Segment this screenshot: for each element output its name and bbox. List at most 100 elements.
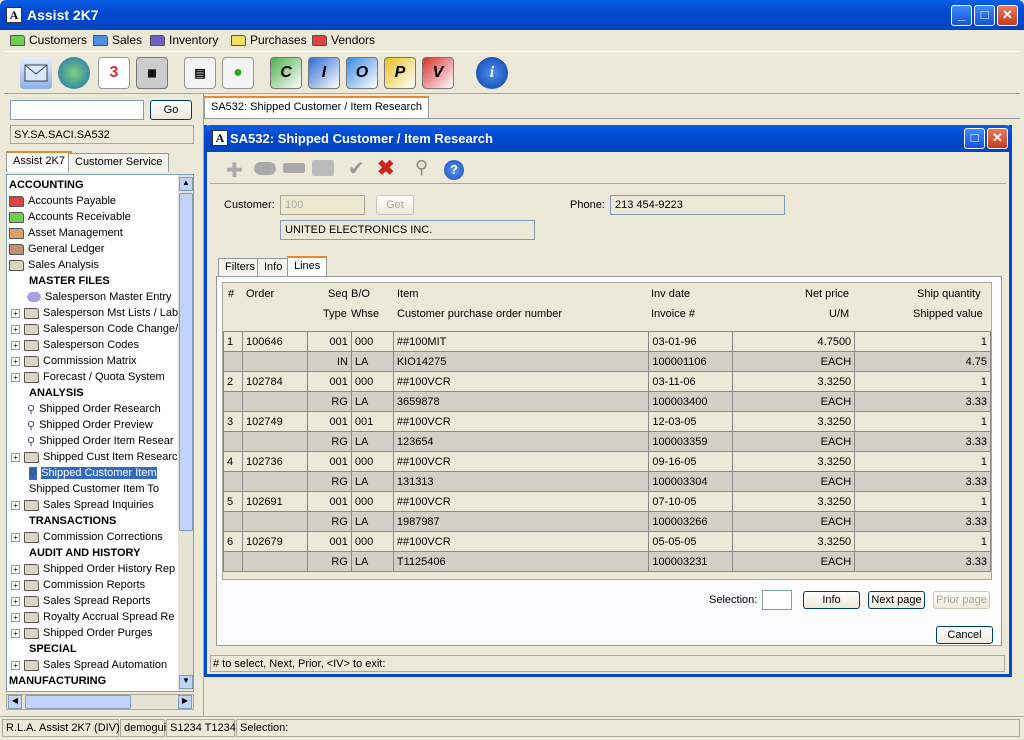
chart-report-icon[interactable]: ● — [222, 57, 254, 89]
tree-item[interactable]: + Salesperson Codes — [11, 337, 139, 353]
accept-icon[interactable]: ✔ — [348, 156, 365, 181]
go-button[interactable]: Go — [150, 100, 192, 120]
tree-item[interactable]: Accounts Payable — [9, 193, 116, 209]
next-page-button[interactable]: Next page — [868, 591, 925, 609]
expand-icon[interactable]: + — [11, 500, 20, 510]
menu-inventory[interactable]: Inventory — [150, 33, 218, 47]
letter-v-icon[interactable]: V — [422, 57, 454, 89]
print-icon[interactable] — [312, 160, 334, 176]
scroll-down-icon[interactable]: ▼ — [179, 675, 193, 689]
search-icon[interactable]: ⚲ — [415, 157, 428, 178]
report-icon[interactable]: ▤ — [184, 57, 216, 89]
tree-item[interactable]: ⚲ Shipped Order Research — [27, 401, 161, 417]
maximize-button[interactable]: □ — [974, 5, 995, 26]
table-row[interactable]: 6 102679 001 000 ##100VCR 05-05-05 3.3250 1 — [223, 531, 991, 552]
document-tab[interactable]: SA532: Shipped Customer / Item Research — [204, 96, 429, 118]
table-row[interactable]: 2 102784 001 000 ##100VCR 03-11-06 3.3250 1 — [223, 371, 991, 392]
table-row[interactable]: RG LA 1987987 100003266 EACH 3.33 — [223, 511, 991, 532]
expand-icon[interactable]: + — [11, 308, 20, 318]
tab-filters[interactable]: Filters — [218, 258, 262, 277]
tree-scrollbar[interactable]: ▲ ▼ — [178, 175, 193, 691]
mail-icon[interactable] — [20, 57, 52, 89]
table-row[interactable]: 3 102749 001 001 ##100VCR 12-03-05 3.3250 1 — [223, 411, 991, 432]
help-icon[interactable]: ? — [444, 160, 464, 180]
tree-item[interactable]: + Shipped Order History Rep — [11, 561, 175, 577]
tree-item[interactable]: + Commission Matrix — [11, 353, 137, 369]
menu-sales[interactable]: Sales — [93, 33, 142, 47]
expand-icon[interactable]: + — [11, 596, 20, 606]
globe-icon[interactable] — [58, 57, 90, 89]
tree-item[interactable]: + Forecast / Quota System — [11, 369, 165, 385]
tab-assist-2k7[interactable]: Assist 2K7 — [6, 151, 72, 172]
dialog-close-button[interactable]: ✕ — [987, 128, 1008, 149]
tree-item[interactable]: + Sales Spread Reports — [11, 593, 151, 609]
tree-item[interactable]: + Commission Corrections — [11, 529, 163, 545]
delete-icon[interactable] — [283, 163, 305, 173]
expand-icon[interactable]: + — [11, 356, 20, 366]
scroll-up-icon[interactable]: ▲ — [179, 177, 193, 191]
expand-icon[interactable]: + — [11, 452, 20, 462]
tree-item[interactable]: + Sales Spread Inquiries — [11, 497, 154, 513]
tab-customer-service[interactable]: Customer Service — [68, 153, 170, 172]
table-row[interactable]: RG LA 123654 100003359 EACH 3.33 — [223, 431, 991, 452]
expand-icon[interactable]: + — [11, 532, 20, 542]
tab-lines[interactable]: Lines — [287, 256, 328, 277]
expand-icon[interactable]: + — [11, 628, 20, 638]
tree-item[interactable]: AUDIT AND HISTORY — [29, 545, 140, 561]
letter-c-icon[interactable]: C — [270, 57, 302, 89]
expand-icon[interactable]: + — [11, 324, 20, 334]
info-button[interactable]: Info — [803, 591, 860, 609]
cancel-icon[interactable]: ✖ — [377, 156, 395, 181]
expand-icon[interactable]: + — [11, 612, 20, 622]
tree-hscrollbar[interactable]: ◀ ▶ — [6, 694, 194, 710]
search-input[interactable] — [10, 100, 144, 120]
menu-customers[interactable]: Customers — [10, 33, 87, 47]
customer-field[interactable]: 100 — [280, 195, 365, 215]
table-row[interactable]: RG LA T1125406 100003231 EACH 3.33 — [223, 551, 991, 572]
table-row[interactable]: RG LA 131313 100003304 EACH 3.33 — [223, 471, 991, 492]
tree-item[interactable]: MANUFACTURING — [9, 673, 106, 689]
close-button[interactable]: ✕ — [997, 5, 1018, 26]
table-row[interactable]: 5 102691 001 000 ##100VCR 07-10-05 3.3250 1 — [223, 491, 991, 512]
tree-item[interactable]: Sales Analysis — [9, 257, 99, 273]
tree-item[interactable]: ACCOUNTING — [9, 177, 84, 193]
tree-item[interactable]: ANALYSIS — [29, 385, 84, 401]
tree-item[interactable]: + Salesperson Mst Lists / Lab — [11, 305, 178, 321]
table-row[interactable]: IN LA KIO14275 100001106 EACH 4.75 — [223, 351, 991, 372]
tree-item[interactable]: SPECIAL — [29, 641, 77, 657]
add-icon[interactable]: ✚ — [226, 158, 243, 183]
info-icon[interactable]: i — [476, 57, 508, 89]
tree-item[interactable]: + Salesperson Code Change/ — [11, 321, 178, 337]
letter-i-icon[interactable]: I — [308, 57, 340, 89]
tree-item[interactable]: + Shipped Order Purges — [11, 625, 152, 641]
tree-item[interactable]: + Commission Reports — [11, 577, 145, 593]
tree-item[interactable]: General Ledger — [9, 241, 104, 257]
expand-icon[interactable]: + — [11, 580, 20, 590]
tree-item[interactable]: Salesperson Master Entry — [27, 289, 172, 305]
scroll-left-icon[interactable]: ◀ — [8, 695, 22, 709]
table-row[interactable]: 4 102736 001 000 ##100VCR 09-16-05 3.3250 1 — [223, 451, 991, 472]
calculator-icon[interactable]: ▦ — [136, 57, 168, 89]
tree-item[interactable]: + Shipped Cust Item Researc — [11, 449, 178, 465]
tree-item[interactable]: MASTER FILES — [29, 273, 110, 289]
tree-item[interactable]: + Royalty Accrual Spread Re — [11, 609, 174, 625]
tree-item[interactable]: Shipped Customer Item To — [29, 481, 159, 497]
letter-o-icon[interactable]: O — [346, 57, 378, 89]
tree-item[interactable]: Asset Management — [9, 225, 123, 241]
get-button[interactable]: Get — [376, 195, 414, 215]
selection-input[interactable] — [762, 590, 792, 610]
table-row[interactable]: 1 100646 001 000 ##100MIT 03-01-96 4.7500 1 — [223, 331, 991, 352]
expand-icon[interactable]: + — [11, 564, 20, 574]
tree-item[interactable]: ⚲ Shipped Order Item Resear — [27, 433, 174, 449]
hscroll-thumb[interactable] — [25, 695, 131, 709]
dialog-maximize-button[interactable]: □ — [964, 128, 985, 149]
tree-item[interactable]: ⚲ Shipped Customer Item — [29, 465, 157, 481]
expand-icon[interactable]: + — [11, 372, 20, 382]
tree-item[interactable]: TRANSACTIONS — [29, 513, 116, 529]
scroll-right-icon[interactable]: ▶ — [178, 695, 192, 709]
tree-item[interactable]: + Sales Spread Automation — [11, 657, 167, 673]
tab-info[interactable]: Info — [257, 258, 290, 277]
calendar-icon[interactable]: 3 — [98, 57, 130, 89]
tree-item[interactable]: ⚲ Shipped Order Preview — [27, 417, 153, 433]
expand-icon[interactable]: + — [11, 660, 20, 670]
